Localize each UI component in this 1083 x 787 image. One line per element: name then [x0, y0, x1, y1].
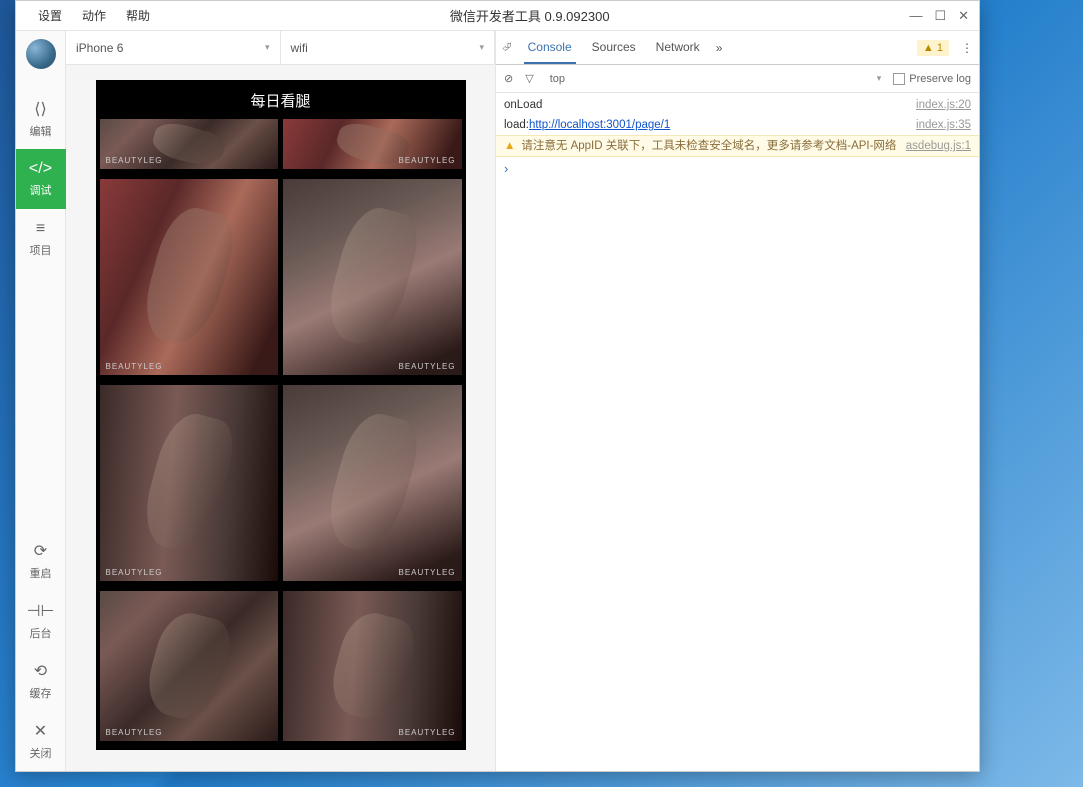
inspect-icon[interactable]: ⮰: [502, 40, 512, 55]
sidebar-item-label: 关闭: [30, 745, 52, 761]
grid-thumb[interactable]: [283, 385, 462, 581]
clear-console-icon[interactable]: ⊘: [504, 72, 513, 85]
sidebar-item-cache[interactable]: ⟲ 缓存: [16, 651, 66, 711]
sidebar-item-background[interactable]: ⊣⊢ 后台: [16, 591, 66, 651]
kebab-icon[interactable]: ⋮: [961, 41, 973, 55]
devtools-tabs: ⮰ Console Sources Network » ▲ 1 ⋮: [496, 31, 979, 65]
tab-console[interactable]: Console: [524, 31, 576, 64]
debug-icon: </>: [29, 160, 52, 178]
caret-down-icon: ▾: [479, 42, 484, 53]
main-area: ⟨⟩ 编辑 </> 调试 ≡ 项目 ⟳ 重启 ⊣⊢ 后台 ⟲ 缓存: [16, 31, 979, 771]
page-title: 每日看腿: [96, 80, 466, 119]
image-grid: [96, 119, 466, 750]
center-pane: iPhone 6 ▾ wifi ▾ 每日看腿: [66, 31, 496, 771]
grid-thumb[interactable]: [100, 385, 279, 581]
sidebar-item-label: 调试: [30, 182, 52, 198]
app-window: 设置 动作 帮助 微信开发者工具 0.9.092300 — ☐ ✕ ⟨⟩ 编辑 …: [15, 0, 980, 772]
log-source[interactable]: index.js:20: [908, 97, 971, 113]
filter-icon[interactable]: ▽: [525, 72, 533, 85]
close-app-icon: ✕: [34, 721, 47, 741]
device-select[interactable]: iPhone 6 ▾: [66, 31, 281, 64]
console-filterbar: ⊘ ▽ top ▾ Preserve log: [496, 65, 979, 93]
grid-thumb[interactable]: [283, 179, 462, 375]
grid-thumb[interactable]: [100, 119, 279, 169]
device-select-value: iPhone 6: [76, 41, 123, 55]
sidebar-item-edit[interactable]: ⟨⟩ 编辑: [16, 89, 66, 149]
console-prompt[interactable]: ›: [496, 157, 979, 180]
log-row: load:http://localhost:3001/page/1 index.…: [496, 115, 979, 135]
context-select[interactable]: top: [546, 73, 865, 85]
titlebar: 设置 动作 帮助 微信开发者工具 0.9.092300 — ☐ ✕: [16, 1, 979, 31]
log-row: onLoad index.js:20: [496, 95, 979, 115]
warning-icon: ▲: [504, 138, 515, 154]
log-link[interactable]: http://localhost:3001/page/1: [529, 119, 670, 131]
sidebar-item-close[interactable]: ✕ 关闭: [16, 711, 66, 771]
warning-count[interactable]: ▲ 1: [917, 40, 949, 56]
window-title: 微信开发者工具 0.9.092300: [150, 6, 909, 25]
grid-thumb[interactable]: [100, 591, 279, 741]
avatar[interactable]: [26, 39, 56, 69]
close-icon[interactable]: ✕: [958, 8, 969, 24]
grid-thumb[interactable]: [283, 591, 462, 741]
hamburger-icon: ≡: [36, 220, 45, 238]
sidebar-item-project[interactable]: ≡ 项目: [16, 209, 66, 269]
window-controls: — ☐ ✕: [909, 8, 969, 24]
grid-thumb[interactable]: [283, 119, 462, 169]
sidebar-item-debug[interactable]: </> 调试: [16, 149, 66, 209]
more-tabs-icon[interactable]: »: [716, 41, 723, 55]
tab-sources[interactable]: Sources: [588, 31, 640, 64]
log-source[interactable]: asdebug.js:1: [898, 138, 971, 154]
caret-down-icon: ▾: [265, 42, 270, 53]
network-select[interactable]: wifi ▾: [281, 31, 496, 64]
menubar: 设置 动作 帮助: [38, 7, 150, 24]
grid-thumb[interactable]: [100, 179, 279, 375]
caret-down-icon: ▾: [877, 73, 882, 84]
log-message: onLoad: [504, 97, 908, 113]
devtools: ⮰ Console Sources Network » ▲ 1 ⋮ ⊘ ▽ to…: [496, 31, 979, 771]
simulator: 每日看腿: [66, 65, 495, 771]
log-message: load:http://localhost:3001/page/1: [504, 117, 908, 133]
restart-icon: ⟳: [34, 541, 47, 561]
preserve-log-label: Preserve log: [909, 73, 971, 85]
sidebar-item-label: 后台: [30, 625, 52, 641]
background-icon: ⊣⊢: [27, 601, 55, 621]
menu-help[interactable]: 帮助: [126, 7, 150, 24]
phone-frame[interactable]: 每日看腿: [96, 80, 466, 750]
log-message: 请注意无 AppID 关联下，工具未检查安全域名，更多请参考文档-API-网络: [521, 138, 897, 154]
sidebar-item-label: 缓存: [30, 685, 52, 701]
sim-toolbar: iPhone 6 ▾ wifi ▾: [66, 31, 495, 65]
checkbox-icon: [893, 73, 905, 85]
log-source[interactable]: index.js:35: [908, 117, 971, 133]
network-select-value: wifi: [291, 41, 308, 55]
menu-settings[interactable]: 设置: [38, 7, 62, 24]
menu-actions[interactable]: 动作: [82, 7, 106, 24]
sidebar: ⟨⟩ 编辑 </> 调试 ≡ 项目 ⟳ 重启 ⊣⊢ 后台 ⟲ 缓存: [16, 31, 66, 771]
sidebar-item-label: 项目: [30, 242, 52, 258]
code-icon: ⟨⟩: [34, 99, 46, 119]
cache-icon: ⟲: [34, 661, 47, 681]
preserve-log-toggle[interactable]: Preserve log: [893, 73, 971, 85]
minimize-icon[interactable]: —: [909, 8, 922, 23]
sidebar-item-restart[interactable]: ⟳ 重启: [16, 531, 66, 591]
log-row: ▲ 请注意无 AppID 关联下，工具未检查安全域名，更多请参考文档-API-网…: [496, 135, 979, 157]
tab-network[interactable]: Network: [652, 31, 704, 64]
console-output: onLoad index.js:20 load:http://localhost…: [496, 93, 979, 771]
sidebar-item-label: 重启: [30, 565, 52, 581]
maximize-icon[interactable]: ☐: [934, 8, 946, 24]
sidebar-item-label: 编辑: [30, 123, 52, 139]
